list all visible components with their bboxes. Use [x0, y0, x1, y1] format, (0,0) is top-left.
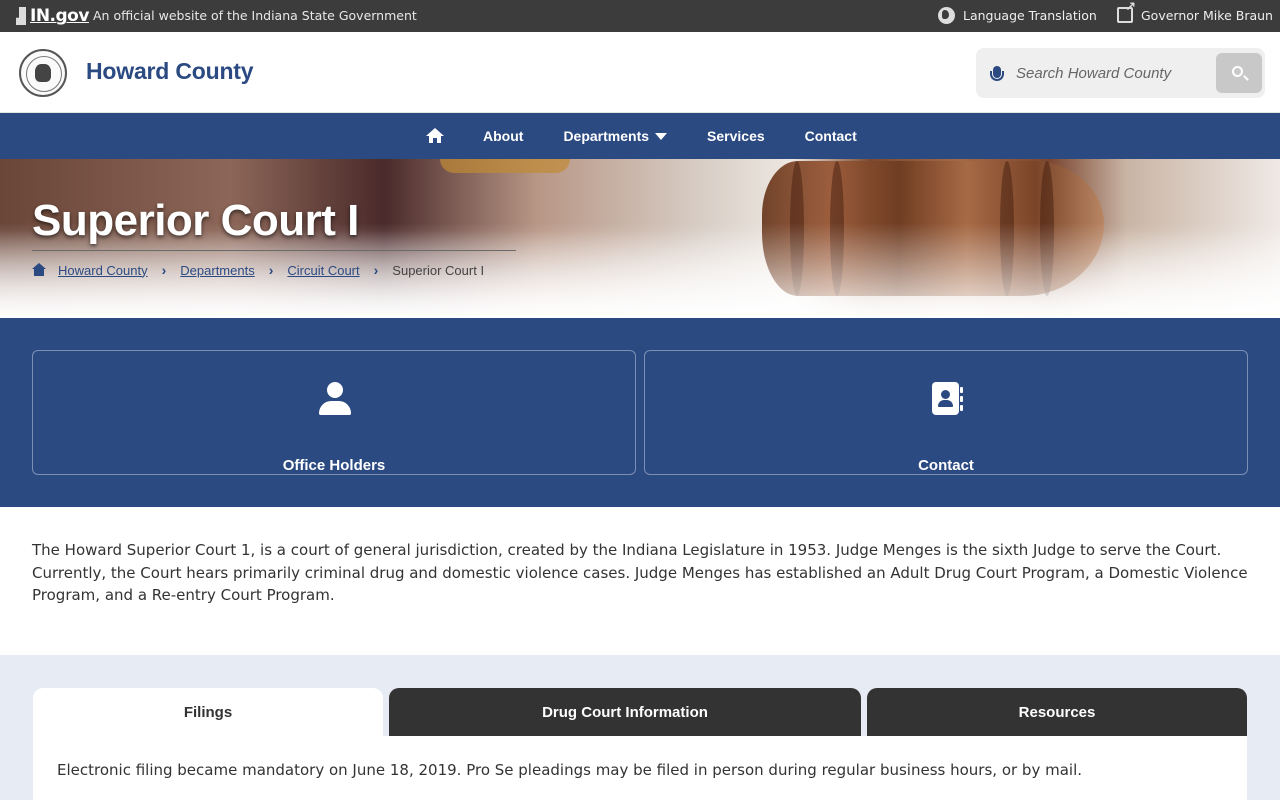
tab-label: Resources [1018, 703, 1096, 721]
quick-links-band: Office Holders Contact [0, 318, 1280, 507]
site-title[interactable]: Howard County [86, 58, 254, 85]
language-translation-label: Language Translation [963, 8, 1097, 23]
chevron-down-icon [655, 132, 668, 140]
breadcrumb-link-circuit-court[interactable]: Circuit Court [287, 263, 359, 278]
search-bar [976, 48, 1265, 98]
state-bar: IN.gov An official website of the Indian… [0, 0, 1280, 32]
address-book-icon [932, 382, 964, 416]
nav-item-label: Services [707, 128, 765, 144]
nav-item-label: Departments [563, 128, 650, 144]
court-description: The Howard Superior Court 1, is a court … [32, 541, 1248, 604]
site-header: Howard County [0, 32, 1280, 113]
nav-item-label: About [483, 128, 524, 144]
breadcrumb: Howard County › Departments › Circuit Co… [32, 262, 484, 278]
chevron-right-icon: › [373, 262, 379, 278]
governor-link[interactable]: Governor Mike Braun [1117, 0, 1273, 23]
breadcrumb-link-howard-county[interactable]: Howard County [58, 263, 148, 278]
contact-card[interactable]: Contact [644, 350, 1248, 475]
ingov-logo[interactable]: IN.gov [16, 6, 89, 26]
home-icon[interactable] [32, 263, 46, 277]
filings-text: Electronic filing became mandatory on Ju… [57, 761, 1083, 779]
card-label: Office Holders [282, 457, 386, 474]
chevron-right-icon: › [268, 262, 274, 278]
tab-resources[interactable]: Resources [867, 688, 1247, 736]
indiana-state-icon [16, 7, 26, 25]
search-button[interactable] [1216, 53, 1262, 93]
nav-item-departments[interactable]: Departments [563, 128, 668, 144]
home-icon[interactable] [418, 113, 452, 159]
breadcrumb-current: Superior Court I [392, 262, 485, 278]
nav-item-label: Contact [804, 128, 857, 144]
title-divider [32, 250, 516, 251]
official-website-text: An official website of the Indiana State… [93, 8, 417, 23]
breadcrumb-link-departments[interactable]: Departments [180, 263, 254, 278]
ingov-logo-text: IN.gov [30, 6, 89, 26]
tab-panel-filings: Electronic filing became mandatory on Ju… [33, 736, 1247, 800]
nav-item-contact[interactable]: Contact [805, 128, 857, 144]
person-icon [318, 382, 352, 416]
search-input[interactable] [1016, 60, 1184, 86]
card-label: Contact [918, 457, 974, 474]
office-holders-card[interactable]: Office Holders [32, 350, 636, 475]
tab-label: Filings [183, 703, 233, 721]
tabs-section: Filings Drug Court Information Resources… [0, 655, 1280, 800]
nav-item-services[interactable]: Services [707, 128, 765, 144]
nav-item-about[interactable]: About [483, 128, 523, 144]
tab-filings[interactable]: Filings [33, 688, 383, 736]
main-nav: About Departments Services Contact [0, 113, 1280, 159]
page-title: Superior Court I [32, 196, 359, 245]
external-link-icon [1117, 0, 1136, 23]
tab-drug-court-information[interactable]: Drug Court Information [389, 688, 861, 736]
county-seal-logo[interactable] [19, 49, 67, 97]
search-icon [1232, 66, 1243, 77]
globe-icon [938, 7, 955, 24]
language-translation-link[interactable]: Language Translation [938, 7, 1097, 24]
tab-label: Drug Court Information [542, 703, 708, 721]
chevron-right-icon: › [161, 262, 167, 278]
governor-label: Governor Mike Braun [1141, 7, 1273, 23]
microphone-icon[interactable] [990, 66, 1004, 81]
